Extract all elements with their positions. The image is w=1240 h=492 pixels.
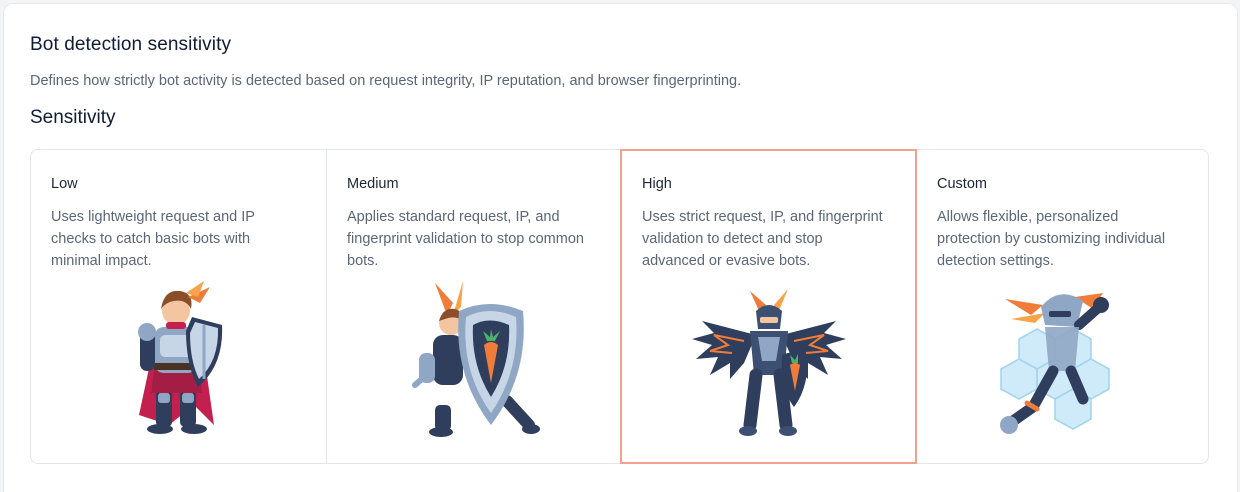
option-low-description: Uses lightweight request and IP checks t… [51, 209, 255, 269]
page-description: Defines how strictly bot activity is det… [30, 73, 742, 89]
knight-with-hexagon-shields-icon [999, 293, 1110, 434]
option-low[interactable]: Low Uses lightweight request and IP chec… [31, 150, 326, 463]
option-custom-description: Allows flexible, personalized protection… [937, 209, 1166, 269]
section-title: Sensitivity [30, 107, 116, 128]
option-low-name: Low [51, 176, 78, 192]
option-medium-name: Medium [347, 176, 399, 192]
bot-detection-panel: Bot detection sensitivity Defines how st… [3, 3, 1238, 492]
page-title: Bot detection sensitivity [30, 34, 232, 55]
sensitivity-options: Low Uses lightweight request and IP chec… [30, 149, 1209, 464]
option-medium[interactable]: Medium Applies standard request, IP, and… [326, 150, 621, 463]
option-high[interactable]: High Uses strict request, IP, and finger… [620, 149, 917, 464]
option-medium-description: Applies standard request, IP, and finger… [347, 209, 584, 269]
knight-behind-large-shield-icon [412, 281, 540, 437]
option-high-name: High [642, 176, 672, 192]
knight-with-shield-icon [137, 281, 222, 434]
option-custom-name: Custom [937, 176, 987, 192]
option-high-description: Uses strict request, IP, and fingerprint… [642, 209, 883, 269]
option-custom[interactable]: Custom Allows flexible, personalized pro… [916, 150, 1210, 463]
armored-winged-knight-icon [692, 289, 846, 436]
